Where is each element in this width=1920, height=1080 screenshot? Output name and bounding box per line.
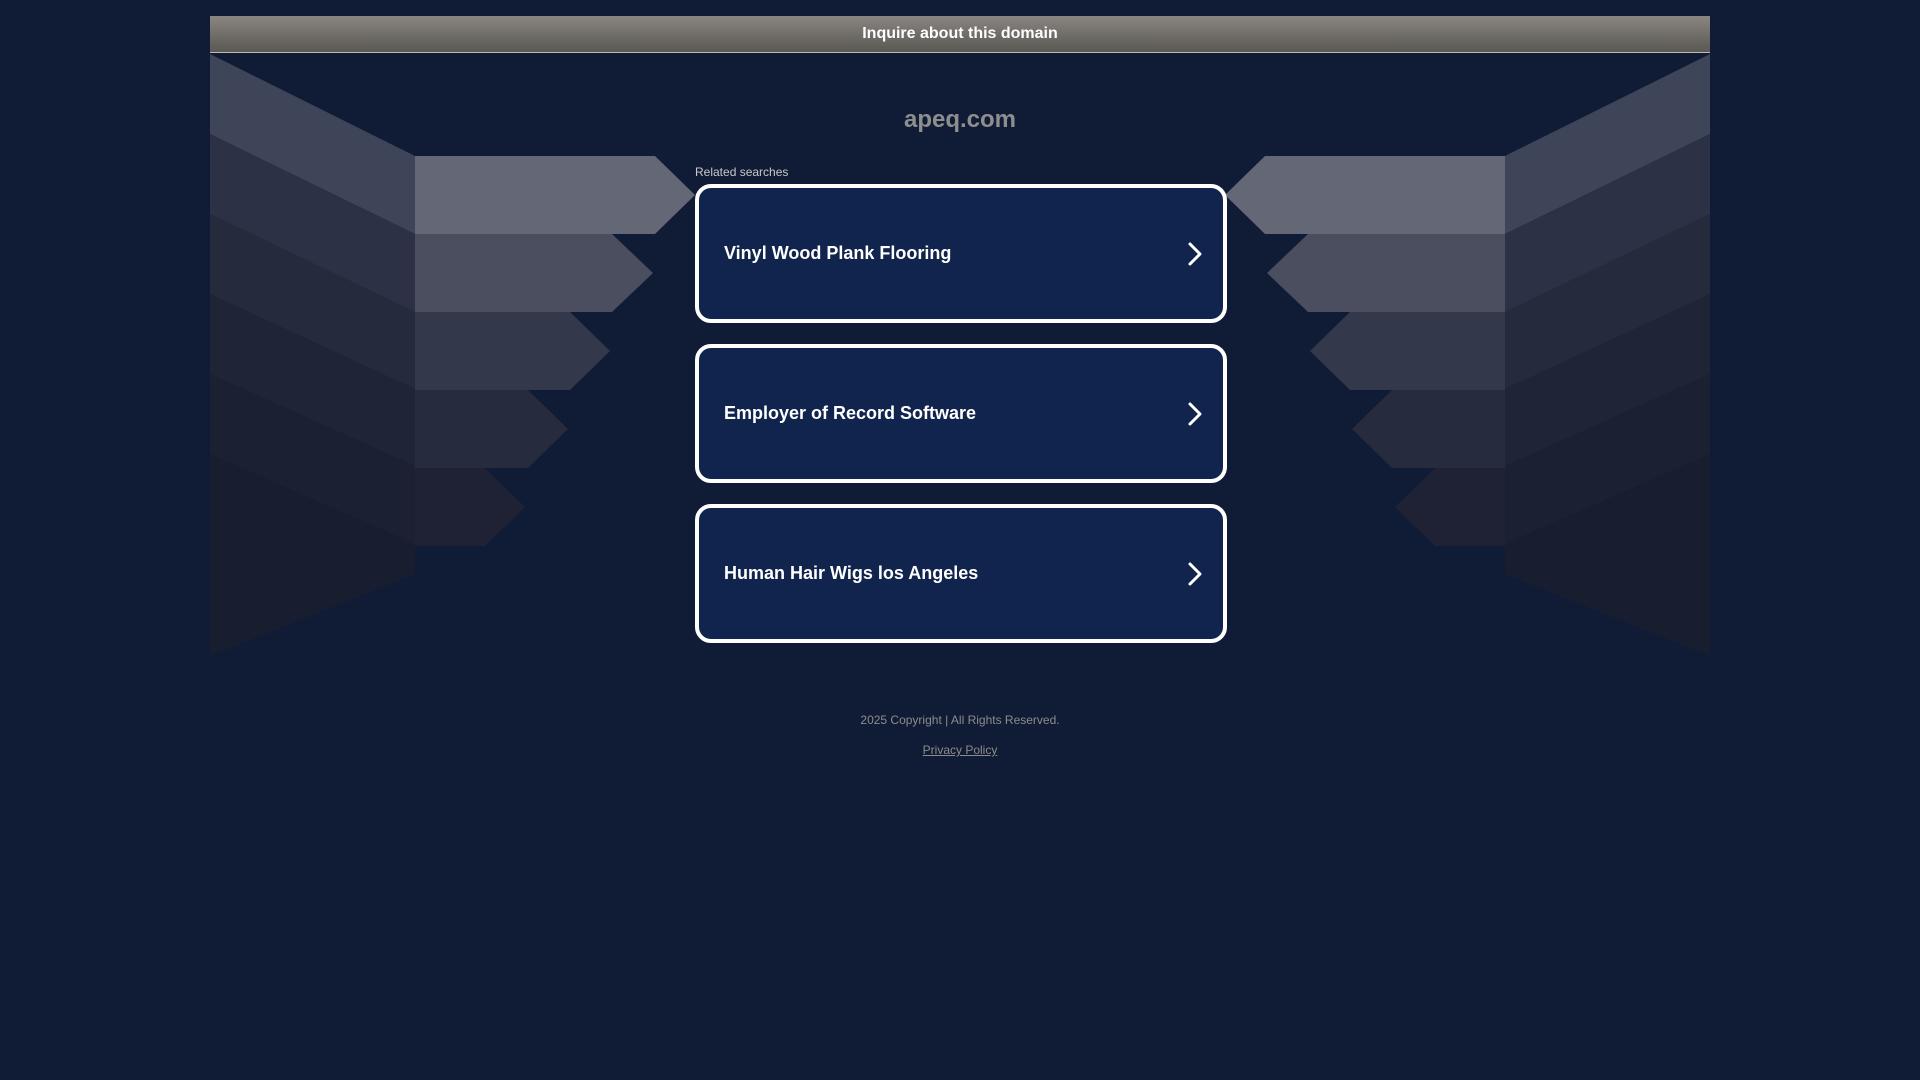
chevron-right-icon — [1187, 242, 1203, 266]
parked-domain-container: Inquire about this domain apeq.com Relat… — [210, 16, 1710, 656]
page: Inquire about this domain apeq.com Relat… — [0, 0, 1920, 1080]
related-search-label: Vinyl Wood Plank Flooring — [724, 243, 952, 263]
copyright-text: 2025 Copyright | All Rights Reserved. — [860, 713, 1060, 727]
related-search-link-human-hair-wigs-los-angeles[interactable]: Human Hair Wigs los Angeles — [695, 504, 1227, 643]
related-search-label: Employer of Record Software — [724, 403, 977, 423]
domain-title: apeq.com — [903, 106, 1017, 133]
inquire-domain-link[interactable]: Inquire about this domain — [210, 16, 1710, 53]
chevron-right-icon — [1187, 402, 1203, 426]
chevron-right-icon — [1187, 562, 1203, 586]
privacy-policy-link[interactable]: Privacy Policy — [923, 743, 998, 757]
privacy-policy-container: Privacy Policy — [0, 743, 1920, 757]
related-searches-label: Related searches — [695, 165, 789, 179]
related-search-label: Human Hair Wigs los Angeles — [724, 563, 979, 583]
related-search-link-vinyl-wood-plank-flooring[interactable]: Vinyl Wood Plank Flooring — [695, 184, 1227, 323]
related-search-link-employer-of-record-software[interactable]: Employer of Record Software — [695, 344, 1227, 483]
